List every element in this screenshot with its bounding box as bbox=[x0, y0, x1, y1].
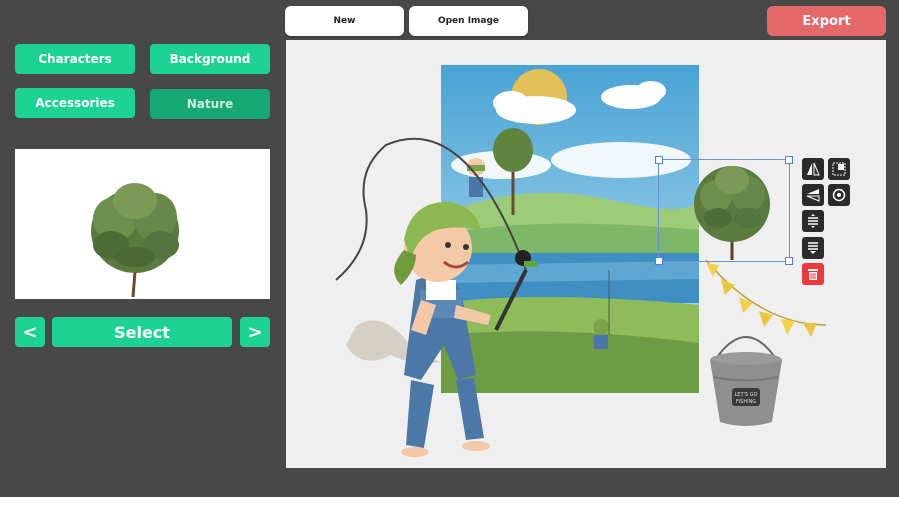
export-button[interactable]: Export bbox=[767, 6, 886, 36]
resize-handle-bottom-right[interactable] bbox=[785, 257, 793, 265]
editor-canvas[interactable]: LET'S GO FISHING bbox=[286, 40, 886, 468]
select-button[interactable]: Select bbox=[52, 317, 232, 347]
resize-handle-bottom-left[interactable] bbox=[655, 257, 663, 265]
bucket-label-line2: FISHING bbox=[736, 399, 756, 405]
next-button[interactable]: > bbox=[240, 317, 270, 347]
category-background-button[interactable]: Background bbox=[150, 44, 270, 74]
category-characters-button[interactable]: Characters bbox=[15, 44, 135, 74]
flip-vertical-icon[interactable] bbox=[802, 184, 824, 206]
tree-preview-image[interactable] bbox=[15, 149, 270, 299]
crop-icon[interactable] bbox=[828, 158, 850, 180]
previous-button[interactable]: < bbox=[15, 317, 45, 347]
bring-forward-icon[interactable] bbox=[802, 210, 824, 232]
open-image-button[interactable]: Open Image bbox=[409, 6, 528, 36]
resize-handle-top-right[interactable] bbox=[785, 156, 793, 164]
boy-character-image[interactable] bbox=[316, 130, 556, 460]
app-window: New Open Image Export Characters Backgro… bbox=[0, 0, 899, 497]
category-accessories-button[interactable]: Accessories bbox=[15, 88, 135, 118]
bucket-image[interactable]: LET'S GO FISHING bbox=[706, 322, 786, 428]
send-backward-icon[interactable] bbox=[802, 237, 824, 259]
rotate-icon[interactable] bbox=[828, 184, 850, 206]
resize-handle-top-left[interactable] bbox=[655, 156, 663, 164]
delete-icon[interactable] bbox=[802, 263, 824, 285]
asset-preview bbox=[15, 149, 270, 299]
flip-horizontal-icon[interactable] bbox=[802, 158, 824, 180]
new-button[interactable]: New bbox=[285, 6, 404, 36]
selection-box[interactable] bbox=[655, 156, 793, 265]
category-nature-button[interactable]: Nature bbox=[150, 89, 270, 119]
bucket-label-line1: LET'S GO bbox=[735, 392, 758, 398]
